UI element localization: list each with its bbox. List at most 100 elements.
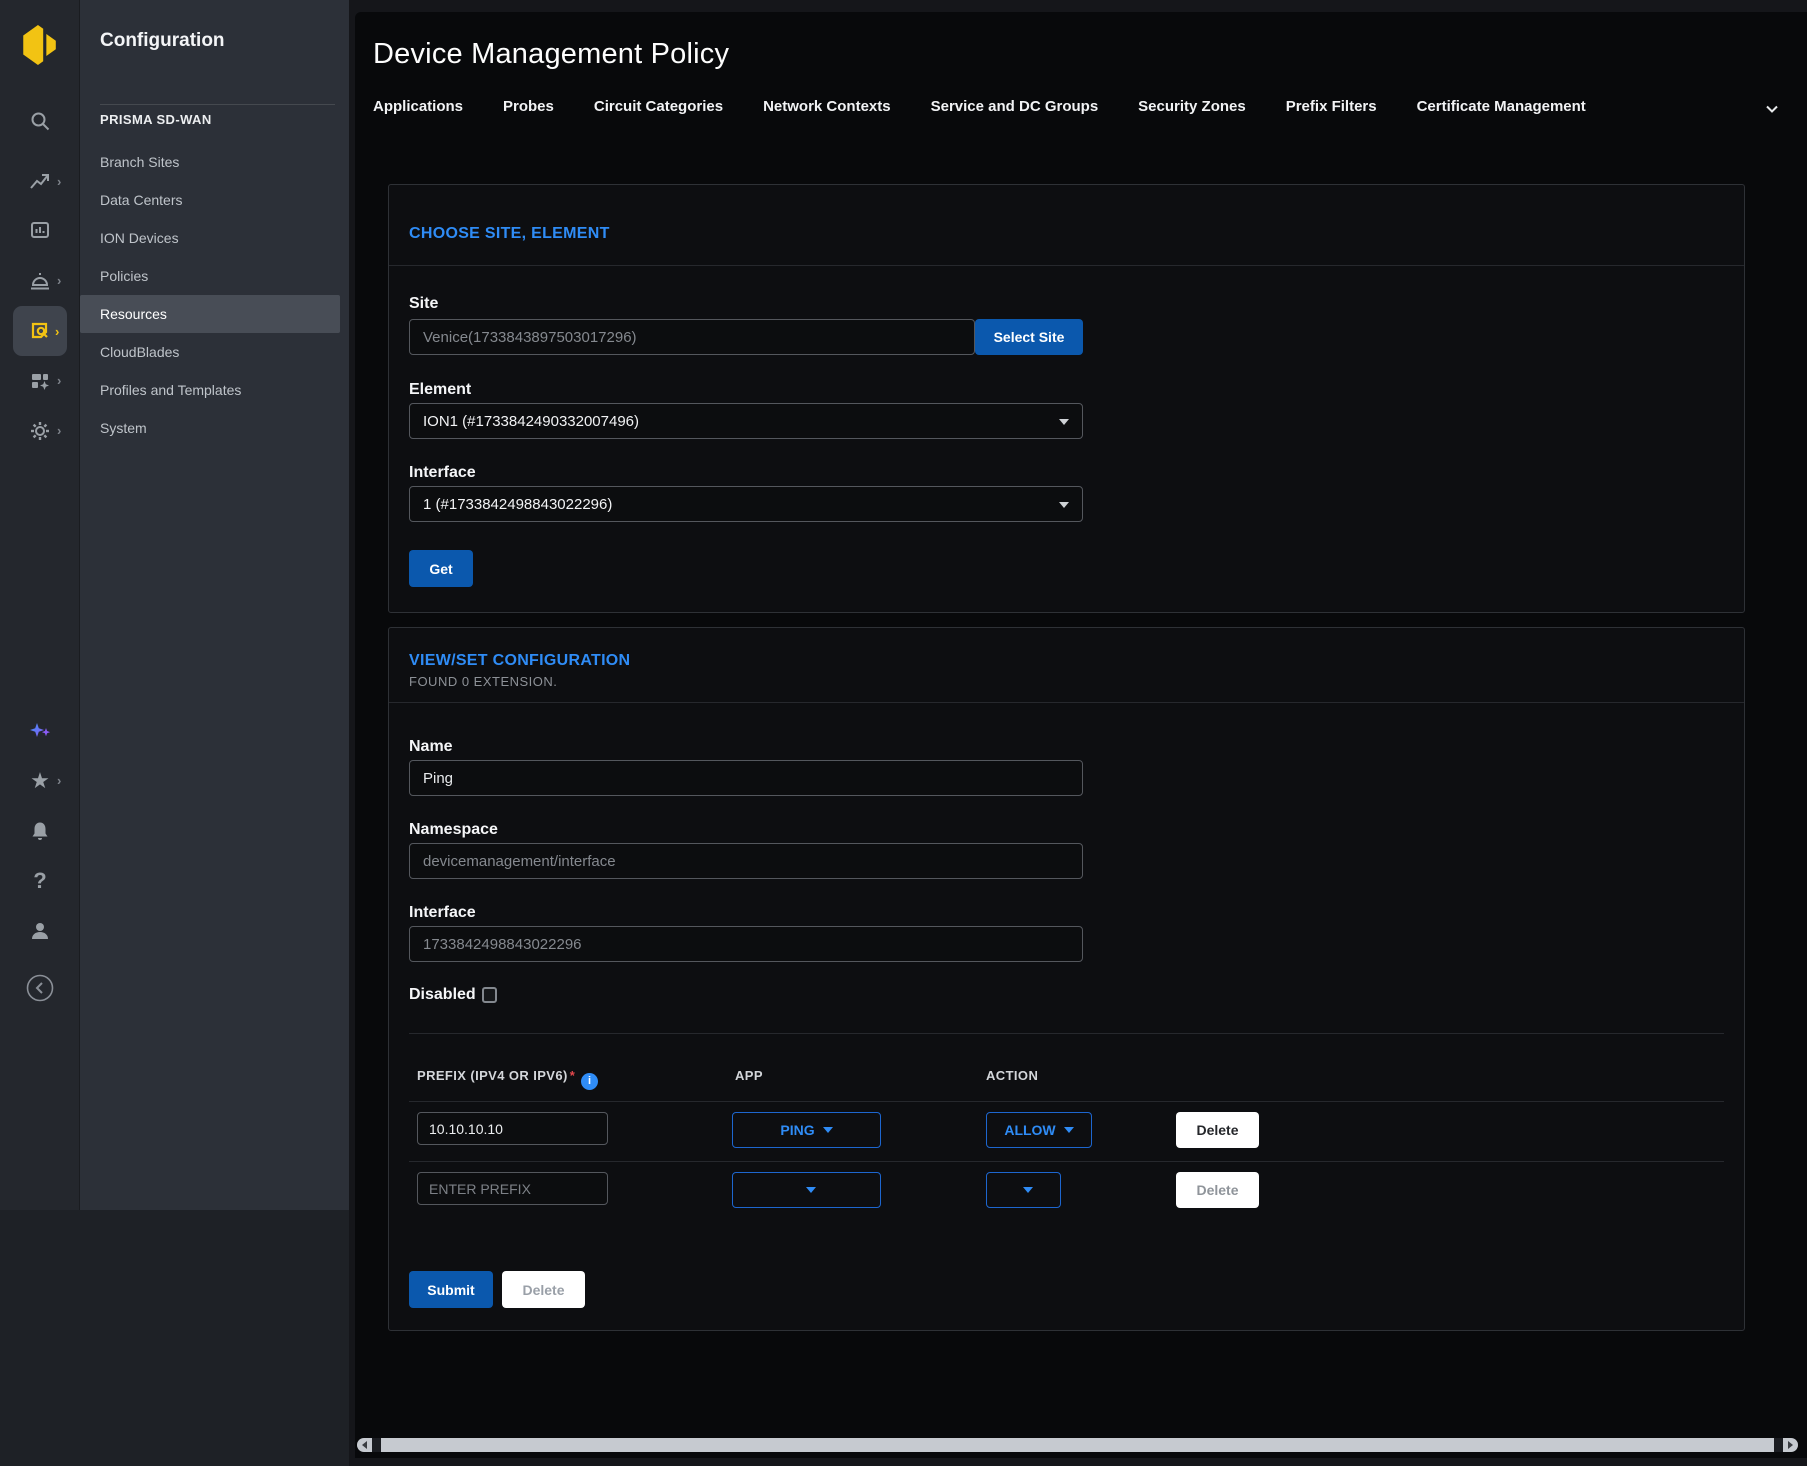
view-set-heading: VIEW/SET CONFIGURATION [409, 652, 630, 670]
element-select[interactable]: ION1 (#1733842490332007496) [409, 403, 1083, 439]
prefix-table-row: Delete [389, 1172, 1744, 1208]
collapse-panel-icon[interactable] [24, 973, 56, 1003]
action-dropdown-empty[interactable] [986, 1172, 1061, 1208]
settings-gear-icon[interactable] [24, 418, 56, 444]
prefix-column-header: PREFIX (IPV4 OR IPV6)*i [417, 1068, 598, 1090]
user-icon[interactable] [24, 918, 56, 944]
insights-chevron-icon: › [57, 174, 61, 189]
alerts-chevron-icon: › [57, 273, 61, 288]
namespace-label: Namespace [409, 821, 498, 839]
workflows-chevron-icon: › [57, 373, 61, 388]
sidebar-item-system[interactable]: System [80, 409, 349, 447]
sidebar-item-branch-sites[interactable]: Branch Sites [80, 143, 349, 181]
triangle-left-icon [362, 1441, 367, 1449]
delete-row-button[interactable]: Delete [1176, 1172, 1259, 1208]
prefix-table-row: PING ALLOW Delete [389, 1112, 1744, 1148]
sidebar-item-data-centers[interactable]: Data Centers [80, 181, 349, 219]
configuration-sidebar: Configuration PRISMA SD-WAN Branch Sites… [80, 0, 349, 1210]
workflows-icon[interactable] [24, 368, 56, 394]
sidebar-section-label: PRISMA SD-WAN [100, 112, 212, 127]
app-dropdown-empty[interactable] [732, 1172, 881, 1208]
app-dropdown-value: PING [780, 1122, 814, 1138]
element-select-value: ION1 (#1733842490332007496) [423, 413, 639, 430]
caret-down-icon [806, 1187, 816, 1193]
tab-bar: Applications Probes Circuit Categories N… [373, 98, 1737, 115]
search-icon[interactable] [24, 108, 56, 134]
disabled-checkbox[interactable] [482, 987, 497, 1003]
info-icon[interactable]: i [581, 1073, 598, 1090]
interface-select[interactable]: 1 (#1733842498843022296) [409, 486, 1083, 522]
interface-id-input[interactable] [409, 926, 1083, 962]
dashboard-icon[interactable] [24, 218, 56, 244]
sidebar-item-ion-devices[interactable]: ION Devices [80, 219, 349, 257]
help-icon[interactable]: ? [24, 868, 56, 894]
name-label: Name [409, 738, 453, 756]
element-label: Element [409, 381, 471, 399]
site-input[interactable] [409, 319, 975, 355]
tab-applications[interactable]: Applications [373, 98, 463, 115]
ai-sparkles-icon[interactable] [24, 720, 56, 746]
select-caret-icon [1059, 419, 1069, 425]
sidebar-item-resources[interactable]: Resources [80, 295, 340, 333]
submit-button[interactable]: Submit [409, 1271, 493, 1308]
tabs-overflow-chevron-down-icon[interactable] [1763, 100, 1781, 123]
insights-icon[interactable]: › [24, 169, 56, 195]
view-set-configuration-card: VIEW/SET CONFIGURATION FOUND 0 EXTENSION… [388, 627, 1745, 1331]
get-button[interactable]: Get [409, 550, 473, 587]
scrollbar-thumb[interactable] [381, 1438, 1774, 1452]
table-row-divider [409, 1161, 1724, 1162]
sidebar-item-policies[interactable]: Policies [80, 257, 349, 295]
select-caret-icon [1059, 502, 1069, 508]
favorites-chevron-icon: › [57, 773, 61, 788]
caret-down-icon [1064, 1127, 1074, 1133]
action-dropdown-value: ALLOW [1004, 1122, 1055, 1138]
tab-security-zones[interactable]: Security Zones [1138, 98, 1246, 115]
prefix-input-empty[interactable] [417, 1172, 608, 1205]
choose-site-element-card: CHOOSE SITE, ELEMENT Site Select Site El… [388, 184, 1745, 613]
prefix-input[interactable] [417, 1112, 608, 1145]
delete-button[interactable]: Delete [502, 1271, 585, 1308]
app-column-header: APP [735, 1068, 763, 1083]
tab-prefix-filters[interactable]: Prefix Filters [1286, 98, 1377, 115]
app-dropdown[interactable]: PING [732, 1112, 881, 1148]
tab-service-and-dc-groups[interactable]: Service and DC Groups [931, 98, 1099, 115]
alerts-icon[interactable] [24, 268, 56, 294]
found-extension-text: FOUND 0 EXTENSION. [409, 674, 557, 689]
caret-down-icon [823, 1127, 833, 1133]
table-header-row: PREFIX (IPV4 OR IPV6)*i APP ACTION [389, 1066, 1744, 1088]
namespace-input[interactable] [409, 843, 1083, 879]
table-top-divider [409, 1033, 1724, 1034]
name-input[interactable] [409, 760, 1083, 796]
interface-select-value: 1 (#1733842498843022296) [423, 496, 612, 513]
notifications-bell-icon[interactable] [24, 818, 56, 844]
page-title: Device Management Policy [373, 38, 729, 71]
site-label: Site [409, 295, 438, 313]
icon-rail: › › › › › [0, 0, 80, 1210]
select-site-button[interactable]: Select Site [975, 319, 1083, 355]
sidebar-title: Configuration [100, 30, 225, 52]
main-content: Device Management Policy Applications Pr… [355, 12, 1807, 1458]
action-dropdown[interactable]: ALLOW [986, 1112, 1092, 1148]
scroll-left-arrow[interactable] [357, 1438, 372, 1452]
table-header-divider [409, 1101, 1724, 1102]
interface-id-label: Interface [409, 904, 476, 922]
favorites-star-icon[interactable]: ★ [24, 768, 56, 794]
sidebar-rail-item-configuration-active[interactable]: › [13, 306, 67, 356]
choose-site-heading: CHOOSE SITE, ELEMENT [409, 225, 610, 243]
prisma-sd-wan-logo-icon[interactable] [18, 24, 60, 66]
disabled-label: Disabled [409, 986, 476, 1004]
tab-circuit-categories[interactable]: Circuit Categories [594, 98, 723, 115]
settings-chevron-icon: › [57, 423, 61, 438]
card-divider [389, 265, 1744, 266]
horizontal-scrollbar[interactable] [357, 1438, 1798, 1452]
delete-row-button[interactable]: Delete [1176, 1112, 1259, 1148]
sidebar-item-profiles-and-templates[interactable]: Profiles and Templates [80, 371, 349, 409]
required-asterisk: * [570, 1068, 575, 1083]
scroll-right-arrow[interactable] [1783, 1438, 1798, 1452]
tab-network-contexts[interactable]: Network Contexts [763, 98, 891, 115]
active-chevron-icon: › [55, 324, 59, 339]
tab-certificate-management[interactable]: Certificate Management [1417, 98, 1586, 115]
sidebar-item-cloudblades[interactable]: CloudBlades [80, 333, 349, 371]
tab-probes[interactable]: Probes [503, 98, 554, 115]
triangle-right-icon [1788, 1441, 1793, 1449]
